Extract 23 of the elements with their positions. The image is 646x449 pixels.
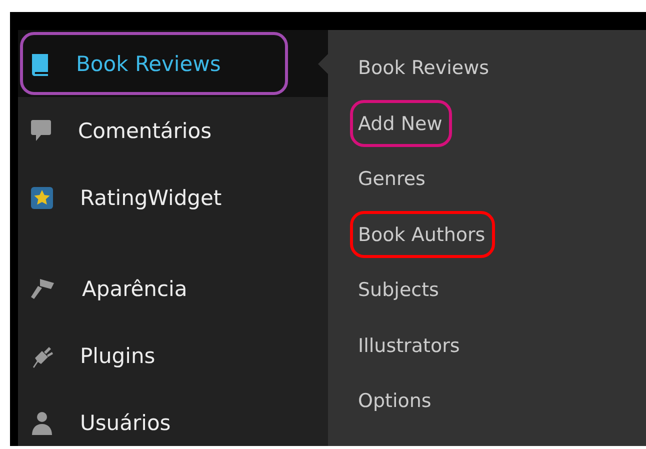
menu-item[interactable]: Usuários xyxy=(18,389,328,446)
submenu-item[interactable]: Add New xyxy=(358,106,442,142)
submenu-item[interactable]: Genres xyxy=(358,161,426,197)
menu-label: Aparência xyxy=(82,276,188,300)
submenu-item[interactable]: Book Reviews xyxy=(358,50,490,86)
star-badge-icon xyxy=(30,186,54,210)
menu-item[interactable]: Comentários xyxy=(18,97,328,164)
menu-label: Book Reviews xyxy=(76,52,221,76)
menu-item[interactable]: Book Reviews xyxy=(18,30,328,97)
menu-label: Plugins xyxy=(80,344,156,368)
speech-bubble-icon xyxy=(30,118,52,142)
submenu-item[interactable]: Options xyxy=(358,383,432,419)
submenu-item[interactable]: Illustrators xyxy=(358,328,460,364)
menu-label: RatingWidget xyxy=(80,186,222,210)
menu-item[interactable]: RatingWidget xyxy=(18,164,328,231)
submenu-item[interactable]: Book Authors xyxy=(358,216,486,252)
menu-item[interactable]: Plugins xyxy=(18,322,328,389)
user-icon xyxy=(30,410,54,434)
menu-item[interactable]: Aparência xyxy=(18,231,328,322)
submenu-item[interactable]: Subjects xyxy=(358,272,439,308)
menu-label: Comentários xyxy=(78,118,212,142)
menu-label: Usuários xyxy=(80,410,171,434)
book-icon xyxy=(30,52,50,76)
